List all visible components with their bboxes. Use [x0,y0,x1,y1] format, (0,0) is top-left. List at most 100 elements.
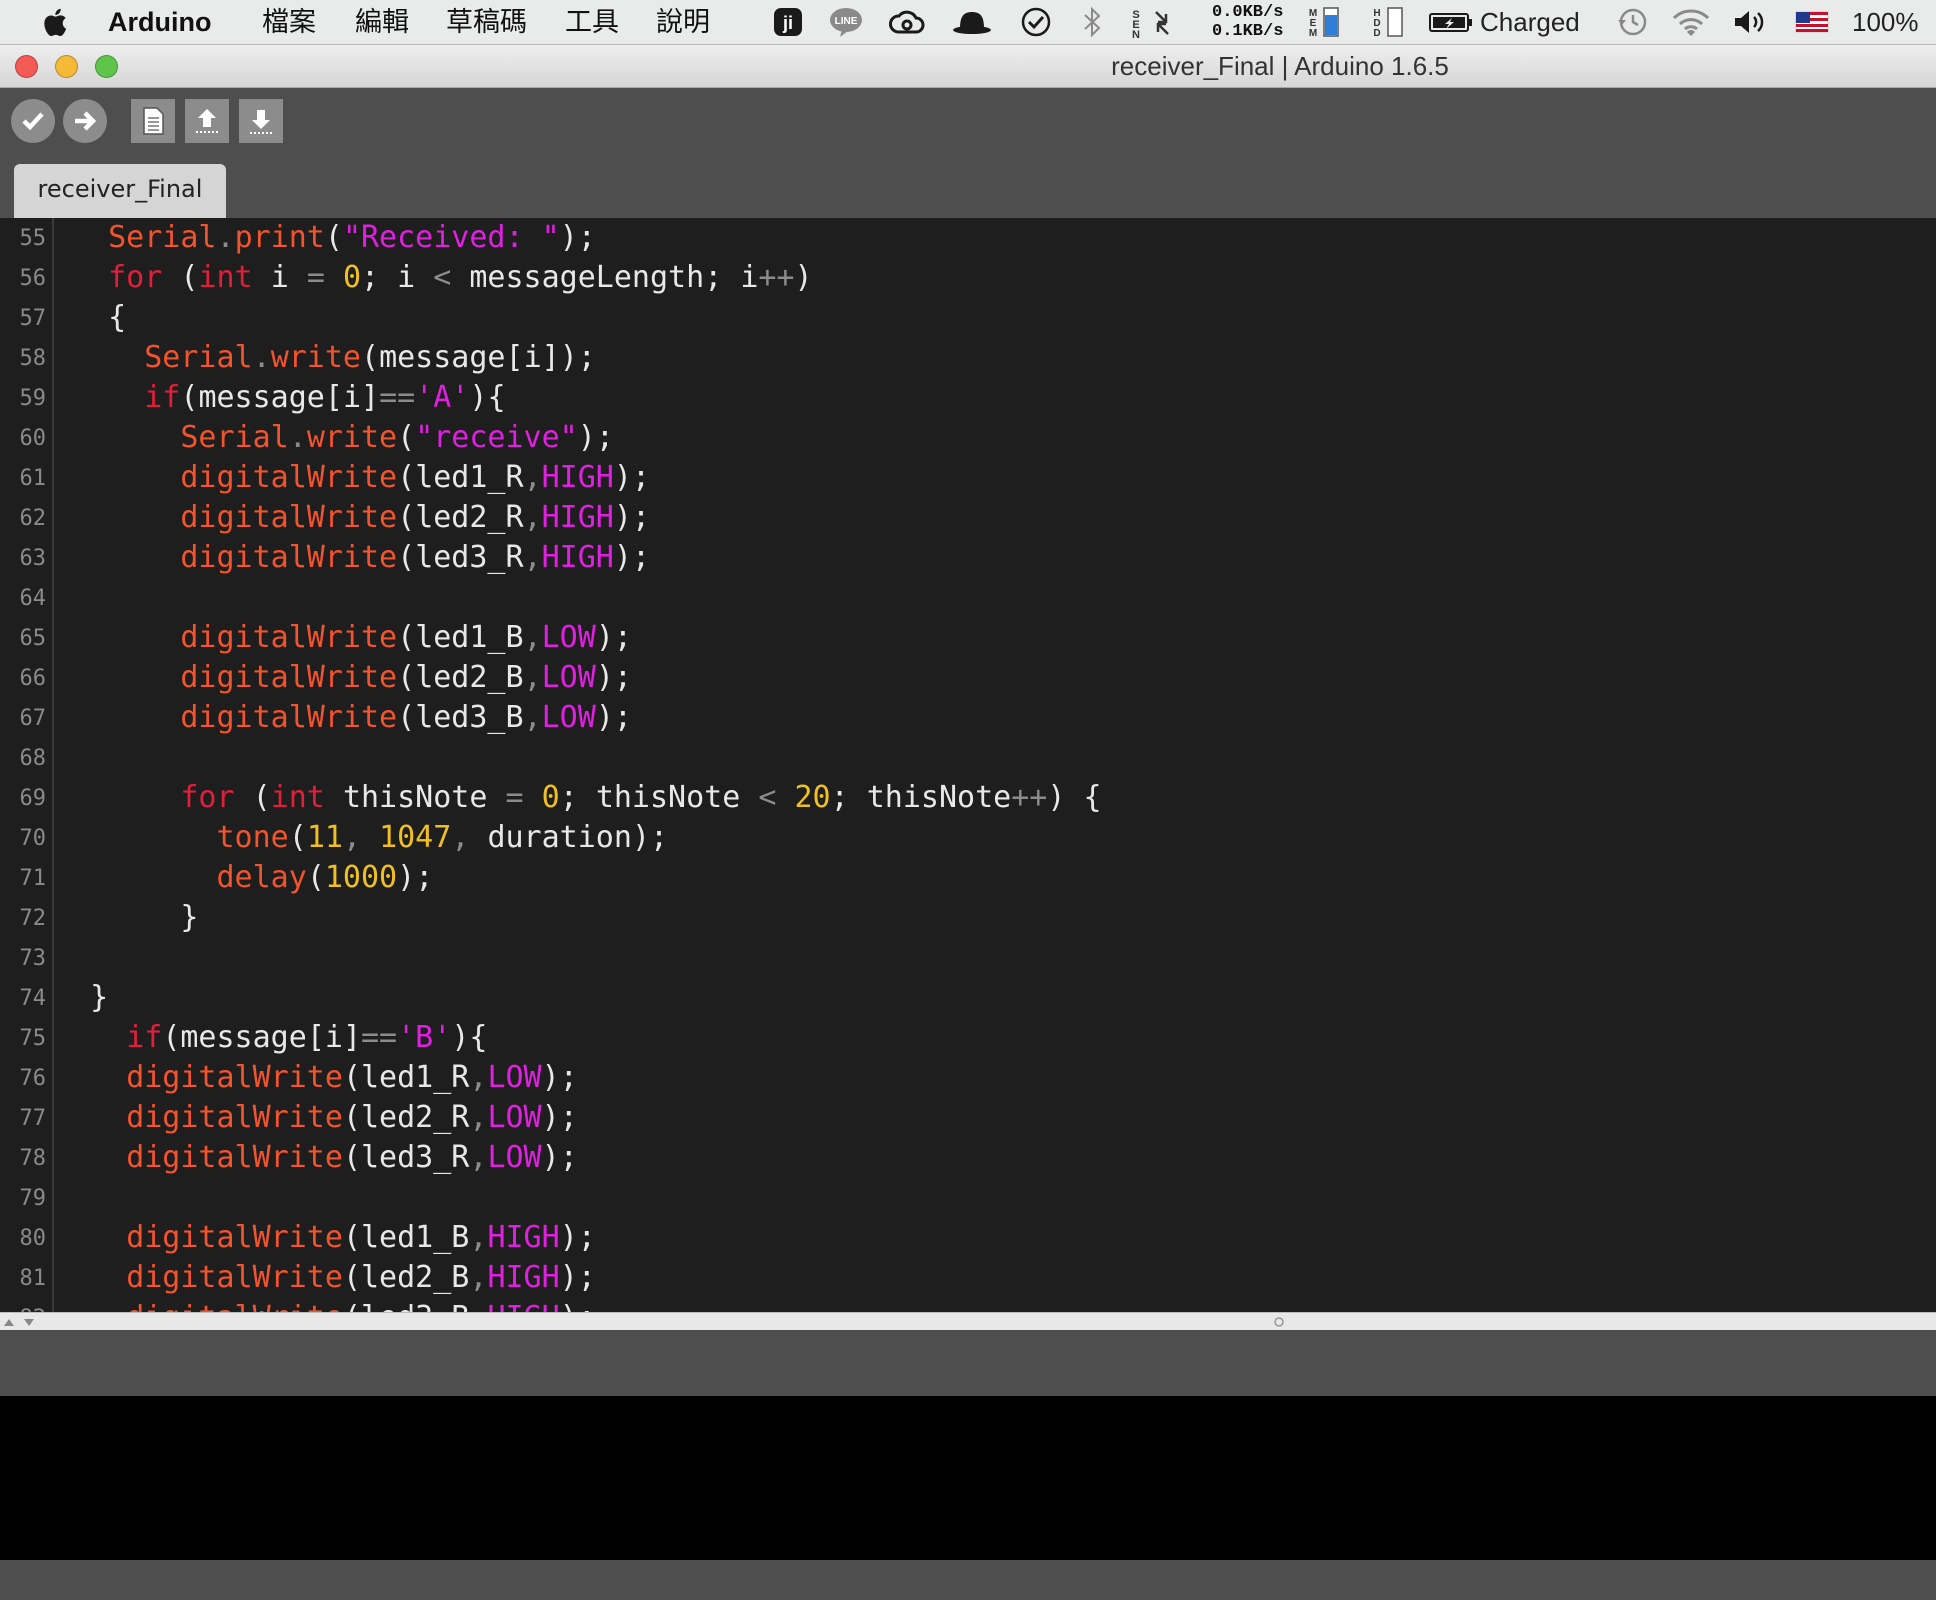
string-token: 'A' [415,380,470,415]
operator-token: == [361,1020,398,1055]
code-line[interactable]: digitalWrite(led2_R,HIGH); [72,500,650,535]
line-number: 68 [19,746,47,771]
code-token: ( [342,1140,361,1175]
code-line[interactable]: digitalWrite(led3_B,HIGH); [72,1300,596,1312]
save-sketch-button[interactable] [239,99,283,143]
time-machine-icon[interactable] [1616,6,1648,38]
apple-logo-icon[interactable] [38,4,74,40]
bottom-status-bar [0,1560,1936,1600]
verify-button[interactable] [11,99,55,143]
keyword-token: if [126,1020,163,1055]
open-sketch-button[interactable] [185,99,229,143]
code-token: ( [397,460,416,495]
svg-text:D: D [1373,28,1380,38]
code-line[interactable]: digitalWrite(led2_B,LOW); [72,660,632,695]
zoom-button[interactable] [95,55,118,78]
code-line[interactable]: if(message[i]=='A'){ [72,380,505,415]
code-token: led1_B [361,1220,470,1255]
code-line[interactable]: digitalWrite(led1_B,HIGH); [72,1220,596,1255]
code-line[interactable]: Serial.write(message[i]); [72,340,596,375]
number-token: 11 [306,820,343,855]
bluetooth-icon[interactable] [1080,6,1104,38]
menu-sketch[interactable]: 草稿碼 [446,0,527,44]
code-line[interactable]: } [72,980,108,1015]
battery-percent[interactable]: 100% [1852,0,1919,44]
code-line[interactable]: digitalWrite(led2_R,LOW); [72,1100,578,1135]
new-sketch-button[interactable] [131,99,175,143]
menu-help[interactable]: 說明 [656,0,710,44]
line-number: 58 [19,346,47,371]
code-token: ) [613,500,632,535]
menu-tools[interactable]: 工具 [565,0,619,44]
editor-console-divider[interactable] [0,1312,1936,1331]
battery-status[interactable]: Charged [1480,0,1580,44]
code-line[interactable]: delay(1000); [72,860,434,895]
creative-cloud-icon[interactable] [888,6,926,38]
minimize-button[interactable] [55,55,78,78]
code-token: ( [288,820,307,855]
code-token: led3_B [361,1300,469,1312]
code-line[interactable]: for (int i = 0; i < messageLength; i++) [72,260,812,295]
menu-app-name[interactable]: Arduino [108,0,211,44]
code-token: ( [397,620,416,655]
code-line[interactable]: digitalWrite(led2_B,HIGH); [72,1260,596,1295]
code-token: i [324,1020,343,1055]
code-line[interactable]: tone(11, 1047, duration); [72,820,669,855]
code-line[interactable]: digitalWrite(led3_R,HIGH); [72,540,650,575]
code-line[interactable]: Serial.write("receive"); [72,420,614,455]
arrow-up-icon [196,109,218,133]
ji-app-icon[interactable]: ji [772,6,804,38]
code-token: ; [577,340,596,375]
code-line[interactable]: digitalWrite(led3_B,LOW); [72,700,632,735]
constant-token: LOW [487,1060,542,1095]
code-line[interactable]: for (int thisNote = 0; thisNote < 20; th… [72,780,1101,815]
code-editor[interactable]: 55 56 57 58 59 60 61 62 63 64 65 66 67 68 69 70 71 72 73 74… [0,218,1936,1312]
collapse-arrows-icon[interactable] [2,1315,38,1329]
code-token: } [180,900,199,935]
type-token: int [270,780,325,815]
menu-file[interactable]: 檔案 [262,0,316,44]
code-token: thisNote [342,780,488,815]
line-number: 73 [19,946,47,971]
function-token: digitalWrite [126,1300,343,1312]
code-line[interactable]: { [72,300,126,335]
volume-icon[interactable] [1732,6,1770,38]
code-token: message [379,340,506,375]
code-token: messageLength [469,260,705,295]
code-token: led1_R [361,1060,470,1095]
code-line[interactable]: Serial.print("Received: "); [72,220,596,255]
code-line[interactable]: digitalWrite(led1_R,HIGH); [72,460,650,495]
document-icon [143,107,164,135]
battery-icon[interactable] [1428,6,1474,38]
function-token: Serial [144,340,253,375]
wifi-icon[interactable] [1670,6,1712,38]
resize-handle-icon[interactable] [1273,1316,1285,1328]
function-token: delay [216,860,307,895]
check-circle-icon[interactable] [1020,6,1052,38]
close-button[interactable] [15,55,38,78]
line-app-icon[interactable]: LINE [828,6,864,38]
bowler-hat-icon[interactable] [952,6,992,38]
upload-button[interactable] [63,99,107,143]
constant-token: HIGH [541,460,614,495]
function-token: digitalWrite [180,460,398,495]
code-line[interactable]: digitalWrite(led3_R,LOW); [72,1140,578,1175]
us-flag-icon[interactable] [1794,6,1830,38]
code-line[interactable]: digitalWrite(led1_B,LOW); [72,620,632,655]
menu-edit[interactable]: 編輯 [355,0,409,44]
function-token: digitalWrite [126,1100,343,1135]
network-monitor-icon: S E N [1132,9,1169,38]
function-token: digitalWrite [180,660,398,695]
tab-receiver-final[interactable]: receiver_Final [14,164,226,218]
code-line[interactable]: digitalWrite(led1_R,LOW); [72,1060,578,1095]
number-token: 1000 [324,860,398,895]
code-line[interactable]: } [72,900,198,935]
operator-token: , [523,500,542,535]
code-line[interactable]: if(message[i]=='B'){ [72,1020,487,1055]
